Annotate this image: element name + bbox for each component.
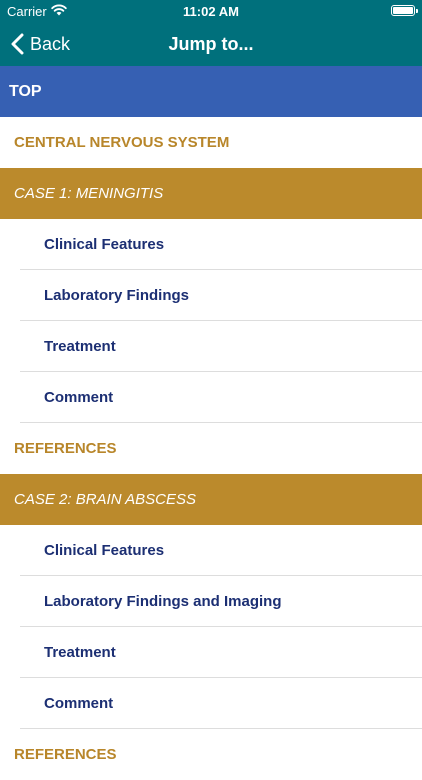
jump-item-top[interactable]: TOP bbox=[0, 66, 422, 117]
case-2-references[interactable]: REFERENCES bbox=[0, 729, 422, 780]
case-2-laboratory-findings-imaging[interactable]: Laboratory Findings and Imaging bbox=[0, 576, 422, 627]
navigation-bar: Back Jump to... bbox=[0, 22, 422, 66]
clock: 11:02 AM bbox=[183, 4, 239, 19]
case-2-comment[interactable]: Comment bbox=[0, 678, 422, 729]
jump-list: TOP CENTRAL NERVOUS SYSTEM CASE 1: MENIN… bbox=[0, 66, 422, 780]
back-button[interactable]: Back bbox=[10, 22, 70, 66]
chevron-left-icon bbox=[11, 33, 24, 55]
case-2-treatment[interactable]: Treatment bbox=[0, 627, 422, 678]
case-1-laboratory-findings[interactable]: Laboratory Findings bbox=[0, 270, 422, 321]
status-bar: Carrier 11:02 AM bbox=[0, 0, 422, 22]
case-1-header[interactable]: CASE 1: MENINGITIS bbox=[0, 168, 422, 219]
case-2-clinical-features[interactable]: Clinical Features bbox=[0, 525, 422, 576]
back-button-label: Back bbox=[30, 33, 71, 54]
case-1-clinical-features[interactable]: Clinical Features bbox=[0, 219, 422, 270]
case-2-header[interactable]: CASE 2: BRAIN ABSCESS bbox=[0, 474, 422, 525]
section-central-nervous-system[interactable]: CENTRAL NERVOUS SYSTEM bbox=[0, 117, 422, 168]
case-1-treatment[interactable]: Treatment bbox=[0, 321, 422, 372]
case-1-references[interactable]: REFERENCES bbox=[0, 423, 422, 474]
case-1-comment[interactable]: Comment bbox=[0, 372, 422, 423]
battery-icon bbox=[391, 5, 418, 16]
